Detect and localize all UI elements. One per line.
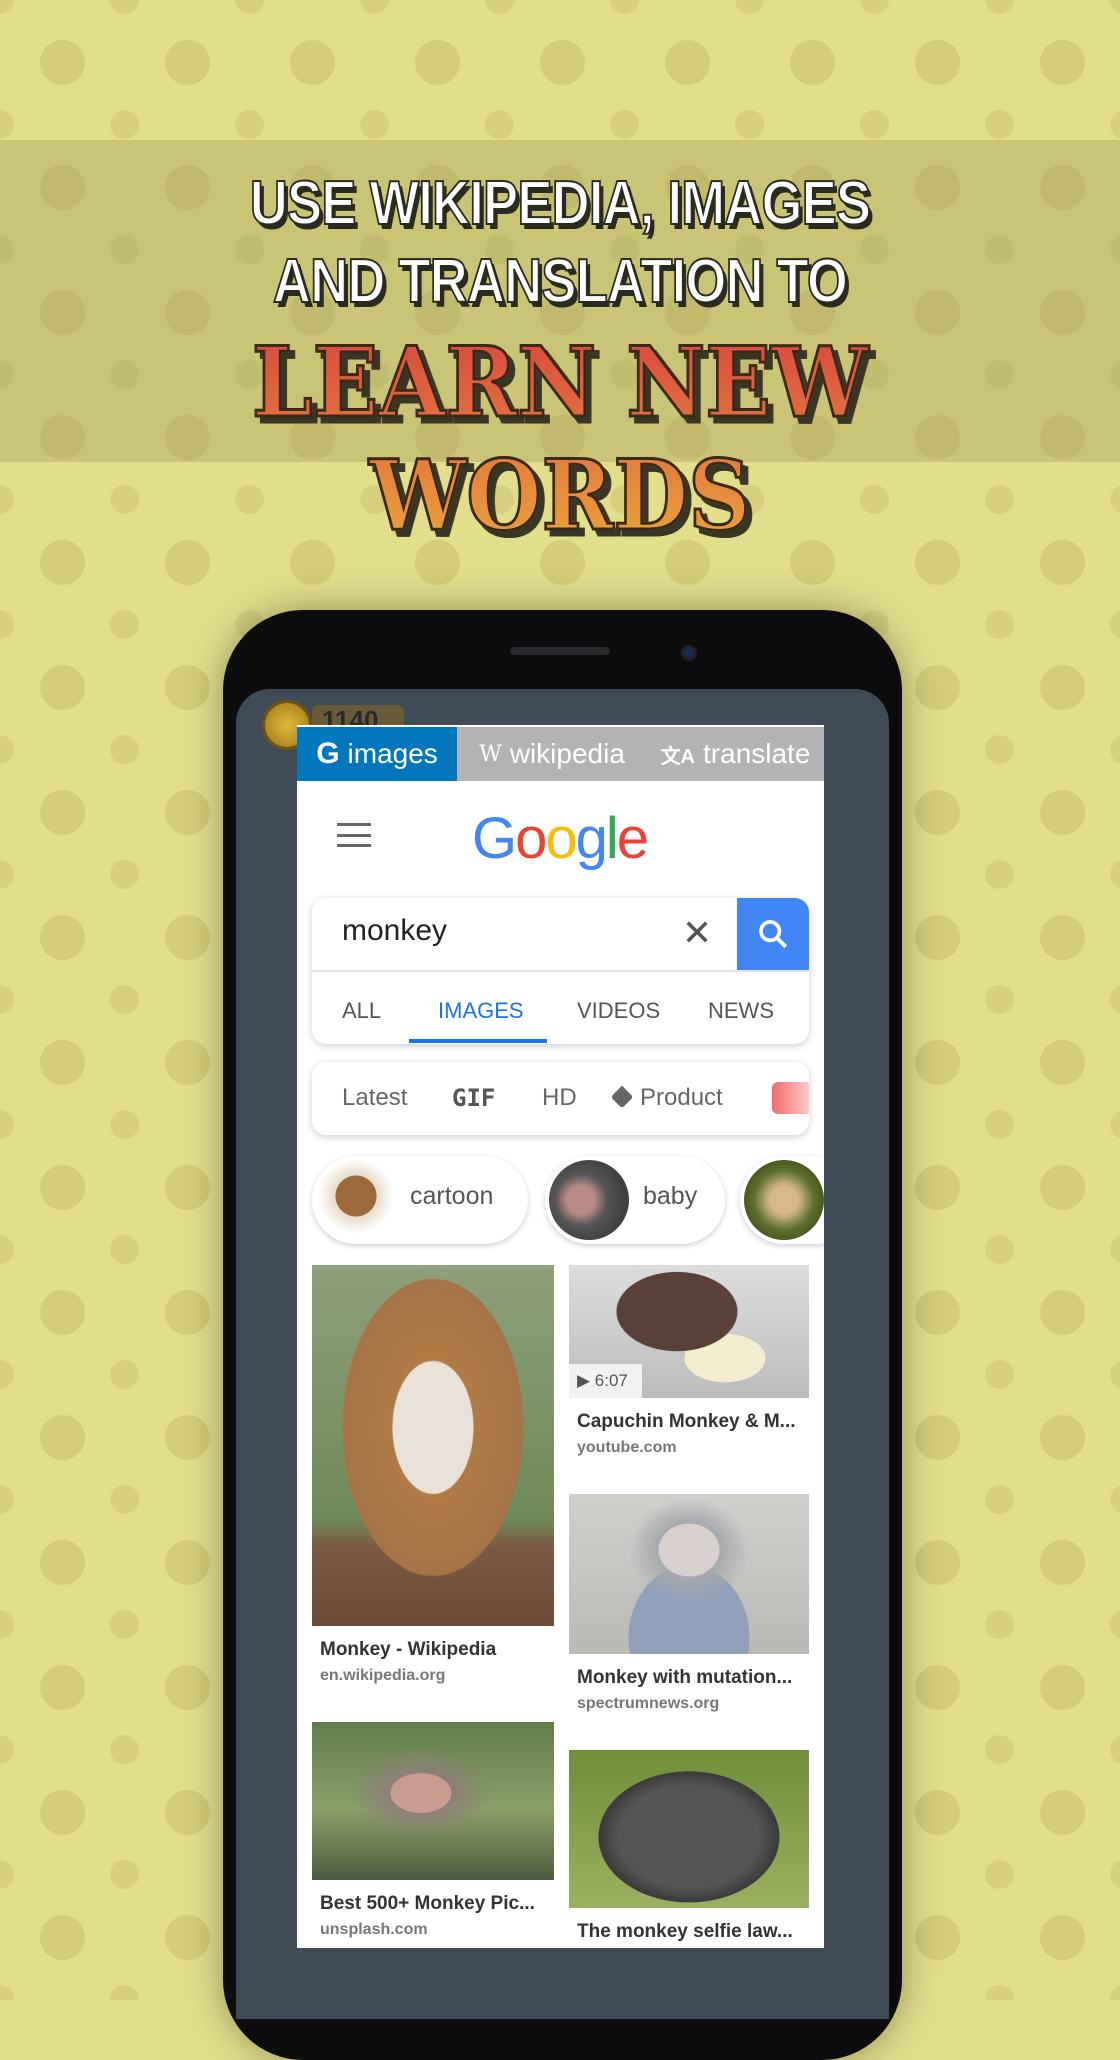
wikipedia-w-icon: W xyxy=(479,741,502,767)
filter-label: Product xyxy=(640,1084,723,1111)
chip-label: cartoon xyxy=(410,1182,494,1210)
result-title[interactable]: Capuchin Monkey & M... xyxy=(577,1411,796,1433)
search-input[interactable]: monkey xyxy=(342,914,447,948)
filter-bar: Latest GIF HD Product xyxy=(312,1062,809,1135)
filter-hd[interactable]: HD xyxy=(542,1084,577,1112)
tab-images-results[interactable]: IMAGES xyxy=(438,998,524,1024)
tab-videos[interactable]: VIDEOS xyxy=(577,998,660,1024)
google-logo-letter: g xyxy=(575,806,608,871)
result-domain: spectrumnews.org xyxy=(577,1695,720,1712)
result-domain: youtube.com xyxy=(577,1439,677,1456)
google-g-icon: G xyxy=(316,737,340,770)
chip-thumbnail xyxy=(316,1160,396,1240)
result-title[interactable]: The monkey selfie law... xyxy=(577,1921,793,1943)
result-domain: en.wikipedia.org xyxy=(320,1667,446,1684)
suggestion-chip-more[interactable] xyxy=(740,1156,824,1244)
tab-images[interactable]: Gimages xyxy=(297,727,457,781)
tab-label: images xyxy=(347,738,438,769)
result-domain: unsplash.com xyxy=(320,1921,428,1938)
result-image[interactable]: ▶ 6:07 xyxy=(569,1265,809,1398)
google-logo: Google xyxy=(457,805,662,872)
filter-product[interactable]: Product xyxy=(610,1084,723,1112)
google-logo-letter: l xyxy=(605,806,619,871)
video-duration: ▶ 6:07 xyxy=(569,1364,642,1398)
source-tabs: Gimages Wwikipedia 文A translate xyxy=(297,727,824,781)
chip-thumbnail xyxy=(744,1160,824,1240)
color-filter-chip[interactable] xyxy=(772,1082,809,1114)
result-image[interactable] xyxy=(312,1722,554,1880)
phone-camera xyxy=(681,645,697,661)
headline-line-2: AND TRANSLATION TO xyxy=(272,246,849,317)
headline-line-1: USE WIKIPEDIA, IMAGES xyxy=(249,168,872,239)
divider xyxy=(312,970,809,972)
active-tab-indicator xyxy=(409,1039,547,1043)
google-logo-letter: o xyxy=(545,806,577,871)
result-image[interactable] xyxy=(569,1750,809,1908)
translate-icon: 文A xyxy=(660,745,696,768)
search-button[interactable] xyxy=(737,898,809,970)
filter-latest[interactable]: Latest xyxy=(342,1084,407,1112)
tab-all[interactable]: ALL xyxy=(342,998,381,1024)
tag-icon xyxy=(610,1085,634,1109)
phone-speaker xyxy=(510,647,610,655)
result-title[interactable]: Best 500+ Monkey Pic... xyxy=(320,1893,535,1915)
google-logo-letter: o xyxy=(515,806,547,871)
result-image[interactable] xyxy=(569,1494,809,1654)
search-icon xyxy=(759,920,788,949)
clear-icon[interactable]: ✕ xyxy=(682,912,712,954)
suggestion-chip-baby[interactable]: baby xyxy=(545,1156,725,1244)
result-title[interactable]: Monkey with mutation... xyxy=(577,1667,792,1689)
tab-wikipedia[interactable]: Wwikipedia xyxy=(457,727,647,781)
tab-label: wikipedia xyxy=(509,738,625,769)
tab-translate[interactable]: 文A translate xyxy=(647,727,824,781)
google-logo-letter: G xyxy=(471,806,517,871)
search-card: monkey ✕ ALL IMAGES VIDEOS NEWS xyxy=(312,898,809,1044)
tab-label: translate xyxy=(703,738,811,769)
result-title[interactable]: Monkey - Wikipedia xyxy=(320,1639,496,1661)
lookup-panel: Gimages Wwikipedia 文A translate Google mo… xyxy=(297,725,824,1948)
chip-label: baby xyxy=(643,1182,698,1210)
suggestion-chip-cartoon[interactable]: cartoon xyxy=(312,1156,528,1244)
result-image[interactable] xyxy=(312,1265,554,1626)
menu-icon[interactable] xyxy=(337,823,371,847)
chip-thumbnail xyxy=(549,1160,629,1240)
headline-line-3: LEARN NEW WORDS xyxy=(56,325,1064,554)
duration-text: 6:07 xyxy=(594,1371,628,1390)
filter-gif[interactable]: GIF xyxy=(452,1084,495,1112)
tab-news[interactable]: NEWS xyxy=(708,998,774,1024)
google-logo-letter: e xyxy=(616,806,649,871)
